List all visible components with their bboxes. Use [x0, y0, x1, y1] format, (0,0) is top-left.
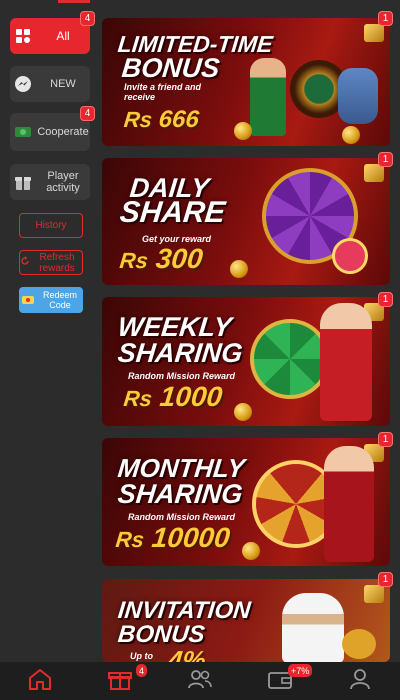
bottom-nav: 4 +7% — [0, 662, 400, 700]
banner-amount: Rs 666 — [122, 106, 201, 133]
mascot-graphic — [338, 68, 378, 124]
sidebar-item-label: NEW — [50, 78, 76, 90]
nav-home[interactable] — [0, 662, 80, 700]
nav-profile[interactable] — [320, 662, 400, 700]
banner-amount: Rs 10000 — [114, 522, 232, 553]
sidebar: All 4 NEW Cooperate 4 Player activity Hi… — [0, 0, 100, 662]
notification-badge: 4 — [80, 106, 95, 121]
sidebar-item-new[interactable]: NEW — [10, 66, 90, 102]
nav-invite[interactable] — [160, 662, 240, 700]
user-icon — [348, 667, 372, 696]
home-icon — [27, 667, 53, 696]
banner-subtitle: Up to — [130, 651, 153, 661]
arrow-icon — [342, 629, 376, 659]
hostess-graphic — [324, 446, 374, 562]
coin-graphic — [234, 122, 252, 140]
refresh-rewards-button[interactable]: Refresh rewards — [19, 250, 83, 275]
banner-title-line2: SHARE — [118, 196, 227, 229]
banner-amount: Rs 1000 — [122, 381, 224, 412]
refresh-label: Refresh rewards — [39, 251, 75, 274]
player-graphic — [250, 58, 286, 136]
nav-badge: 4 — [136, 664, 148, 677]
banner-badge: 1 — [378, 11, 393, 26]
banner-amount: Rs 300 — [118, 243, 205, 274]
app-logo — [364, 585, 384, 603]
banner-subtitle: Random Mission Reward — [128, 512, 236, 522]
nav-promotions[interactable]: 4 — [80, 662, 160, 700]
coin-graphic — [342, 126, 360, 144]
history-button[interactable]: History — [19, 213, 83, 238]
coin-graphic — [230, 260, 248, 278]
banner-title-line2: BONUS — [120, 53, 222, 83]
redeem-code-button[interactable]: Redeem Code — [19, 287, 83, 313]
nav-badge: +7% — [288, 664, 313, 677]
banner-subtitle: Invite a friend and receive — [124, 82, 202, 102]
users-icon — [186, 667, 214, 696]
gift-icon — [10, 173, 36, 191]
coin-graphic — [242, 542, 260, 560]
banner-weekly-sharing[interactable]: WEEKLY SHARING Random Mission Reward Rs … — [102, 297, 390, 426]
banner-badge: 1 — [378, 292, 393, 307]
banner-subtitle: Random Mission Reward — [128, 371, 236, 381]
sheikh-graphic — [282, 593, 344, 662]
banner-title-line1: MONTHLY — [116, 453, 247, 483]
fortune-wheel-graphic — [250, 319, 330, 399]
refresh-icon — [20, 256, 30, 269]
sidebar-item-label: Cooperate — [37, 126, 89, 138]
coupon-icon — [19, 294, 37, 306]
banner-invitation-bonus[interactable]: INVITATION BONUS Up to 4% — [102, 579, 390, 662]
banner-amount: 4% — [166, 645, 208, 662]
hostess-graphic — [320, 303, 372, 421]
grid-icon — [10, 28, 36, 44]
nav-vip[interactable]: +7% — [240, 662, 320, 700]
sidebar-item-player-activity[interactable]: Player activity — [10, 164, 90, 200]
banner-daily-share[interactable]: DAILY SHARE Get your reward Rs 300 — [102, 158, 390, 285]
banner-title-line2: BONUS — [116, 621, 207, 648]
redeem-label: Redeem Code — [42, 290, 78, 310]
banner-badge: 1 — [378, 572, 393, 587]
banner-badge: 1 — [378, 432, 393, 447]
banner-title-line2: SHARING — [116, 479, 245, 509]
banner-limited-time-bonus[interactable]: LIMITED-TIME BONUS Invite a friend and r… — [102, 18, 390, 146]
banner-title-line1: INVITATION — [116, 597, 252, 624]
cash-icon — [10, 125, 36, 139]
banner-title-line2: SHARING — [116, 338, 245, 368]
banner-badge: 1 — [378, 152, 393, 167]
app-logo — [364, 24, 384, 42]
share-icon — [332, 238, 368, 274]
banner-title-line1: WEEKLY — [116, 312, 234, 342]
sidebar-item-all[interactable]: All 4 — [10, 11, 95, 54]
notification-badge: 4 — [80, 11, 95, 26]
sidebar-item-cooperate[interactable]: Cooperate 4 — [10, 106, 95, 151]
messenger-icon — [10, 75, 36, 93]
sidebar-item-label: Player activity — [46, 170, 80, 194]
sidebar-item-label: All — [56, 29, 70, 43]
gift-icon — [107, 667, 133, 696]
banner-monthly-sharing[interactable]: MONTHLY SHARING Random Mission Reward Rs… — [102, 438, 390, 566]
coin-graphic — [234, 403, 252, 421]
